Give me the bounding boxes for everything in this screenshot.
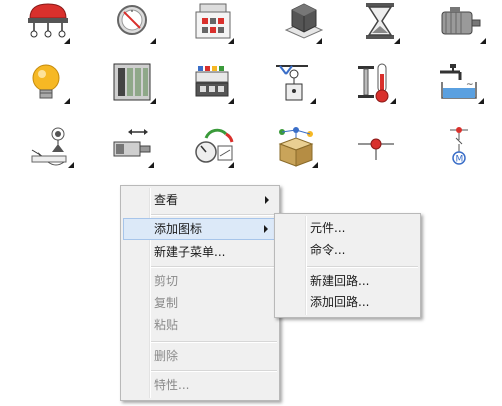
menu-separator	[151, 214, 277, 216]
menu-separator	[151, 341, 277, 343]
submenu-item-component[interactable]: 元件...	[277, 217, 418, 239]
menu-item-view[interactable]: 查看	[123, 189, 277, 211]
menu-item-new-submenu[interactable]: 新建子菜单...	[123, 241, 277, 263]
submenu-arrow-icon	[265, 196, 269, 204]
menu-item-label: 复制	[154, 296, 179, 310]
connection-point-icon[interactable]	[354, 124, 406, 176]
menu-separator	[307, 266, 418, 268]
sensor-block-icon[interactable]	[278, 0, 330, 52]
meter-gauge-icon[interactable]	[110, 0, 162, 52]
menu-item-label: 添加回路...	[310, 295, 370, 309]
button-icon[interactable]	[22, 0, 74, 52]
menu-separator	[151, 370, 277, 372]
menu-item-label: 删除	[154, 349, 179, 363]
menu-item-label: 粘贴	[154, 318, 179, 332]
menu-item-label: 查看	[154, 193, 179, 207]
svg-text:M: M	[456, 155, 464, 165]
menu-item-add-icon[interactable]: 添加图标	[123, 218, 277, 240]
menu-item-properties[interactable]: 特性...	[123, 374, 277, 396]
menu-item-delete[interactable]: 删除	[123, 345, 277, 367]
icon-palette: ~ M	[0, 0, 502, 185]
submenu-arrow-icon	[264, 225, 268, 233]
terminal-block-icon[interactable]	[192, 60, 244, 112]
submenu-item-new-circuit[interactable]: 新建回路...	[277, 270, 418, 292]
menu-item-copy[interactable]: 复制	[123, 292, 277, 314]
menu-separator	[151, 266, 277, 268]
context-menu: 查看 添加图标 新建子菜单... 剪切 复制 粘贴 删除 特性...	[120, 185, 280, 401]
hoist-icon[interactable]	[274, 60, 326, 112]
svg-text:~: ~	[466, 80, 474, 90]
gauge-panel-icon[interactable]	[192, 124, 244, 176]
antenna-switch-icon[interactable]	[28, 124, 80, 176]
menu-item-label: 新建回路...	[310, 274, 370, 288]
motor-circuit-icon[interactable]: M	[438, 124, 490, 176]
add-icon-submenu: 元件... 命令... 新建回路... 添加回路...	[274, 213, 421, 318]
submenu-item-command[interactable]: 命令...	[277, 239, 418, 261]
menu-item-cut[interactable]: 剪切	[123, 270, 277, 292]
menu-item-label: 新建子菜单...	[154, 245, 226, 259]
valve-tank-icon[interactable]: ~	[436, 60, 488, 112]
menu-item-paste[interactable]: 粘贴	[123, 314, 277, 336]
menu-item-label: 命令...	[310, 243, 346, 257]
hourglass-icon[interactable]	[358, 0, 410, 52]
menu-item-label: 元件...	[310, 221, 346, 235]
network-box-icon[interactable]	[272, 124, 324, 176]
menu-item-label: 特性...	[154, 378, 190, 392]
menu-item-label: 剪切	[154, 274, 179, 288]
cylinder-actuator-icon[interactable]	[110, 124, 162, 176]
submenu-item-add-circuit[interactable]: 添加回路...	[277, 291, 418, 313]
thermometer-icon[interactable]	[354, 60, 406, 112]
menu-item-label: 添加图标	[154, 222, 203, 236]
plc-rack-icon[interactable]	[110, 60, 162, 112]
light-bulb-icon[interactable]	[22, 60, 74, 112]
connector-icon[interactable]	[192, 0, 244, 52]
motor-icon[interactable]	[438, 0, 490, 52]
